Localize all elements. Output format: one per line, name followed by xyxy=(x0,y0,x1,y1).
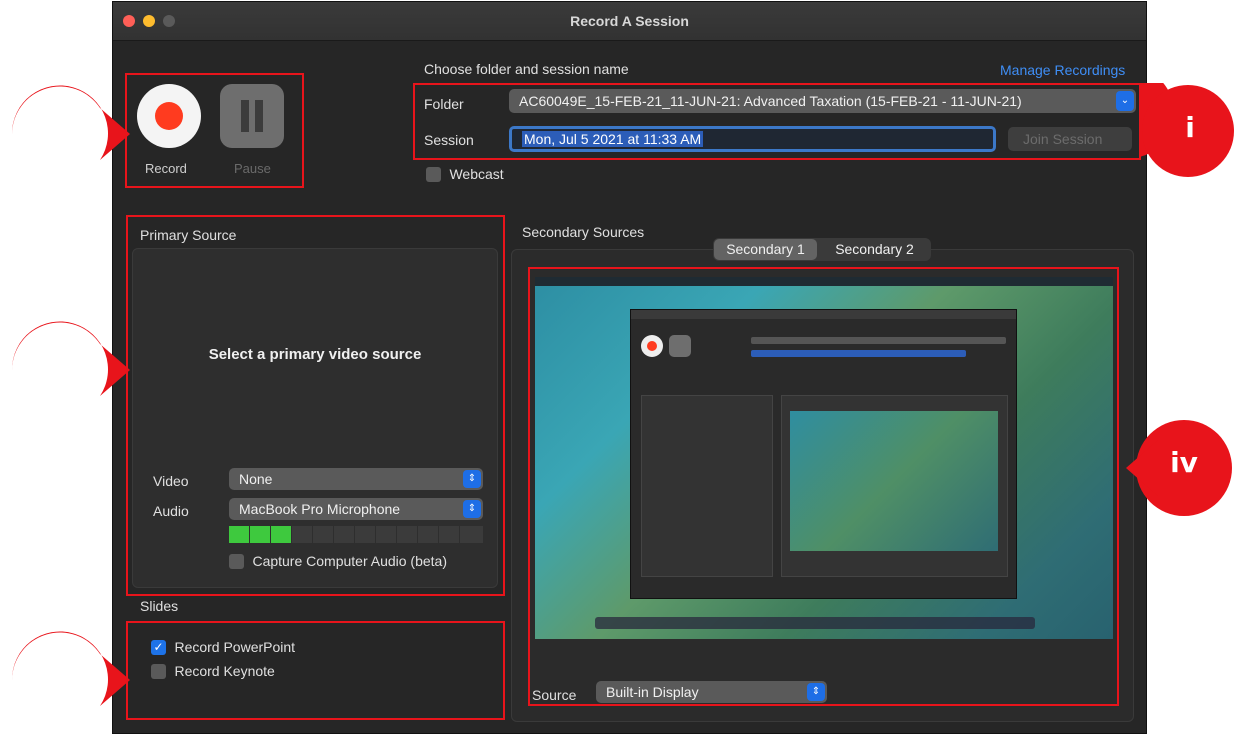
highlight-box-primary-source xyxy=(126,215,505,596)
callout-marker-v: v xyxy=(10,84,134,184)
manage-recordings-link[interactable]: Manage Recordings xyxy=(1000,62,1125,78)
callout-marker-ii: ii xyxy=(10,320,134,420)
webcast-checkbox[interactable]: Webcast xyxy=(426,166,504,184)
callout-label-iv: iv xyxy=(1170,446,1198,479)
secondary-tabs: Secondary 1 Secondary 2 xyxy=(713,238,931,261)
session-heading: Choose folder and session name xyxy=(424,61,629,77)
callout-label-iii: iii xyxy=(45,658,75,691)
webcast-checkbox-box xyxy=(426,167,441,183)
title-bar: Record A Session xyxy=(113,2,1146,41)
callout-marker-i: i xyxy=(1081,66,1234,179)
highlight-box-slides xyxy=(126,621,505,720)
highlight-box-record-controls xyxy=(125,73,304,188)
secondary-sources-heading: Secondary Sources xyxy=(522,224,645,240)
highlight-box-secondary-source xyxy=(528,267,1119,706)
highlight-box-session xyxy=(413,83,1141,160)
callout-label-i: i xyxy=(1185,111,1195,144)
tab-secondary-2[interactable]: Secondary 2 xyxy=(819,239,930,260)
webcast-label: Webcast xyxy=(449,166,504,182)
slides-heading: Slides xyxy=(140,598,179,614)
callout-marker-iv: iv xyxy=(1124,418,1234,518)
tab-secondary-1[interactable]: Secondary 1 xyxy=(714,239,817,260)
callout-marker-iii: iii xyxy=(10,630,134,730)
window-title: Record A Session xyxy=(570,13,689,29)
callout-label-ii: ii xyxy=(50,348,70,381)
callout-label-v: v xyxy=(50,112,70,145)
